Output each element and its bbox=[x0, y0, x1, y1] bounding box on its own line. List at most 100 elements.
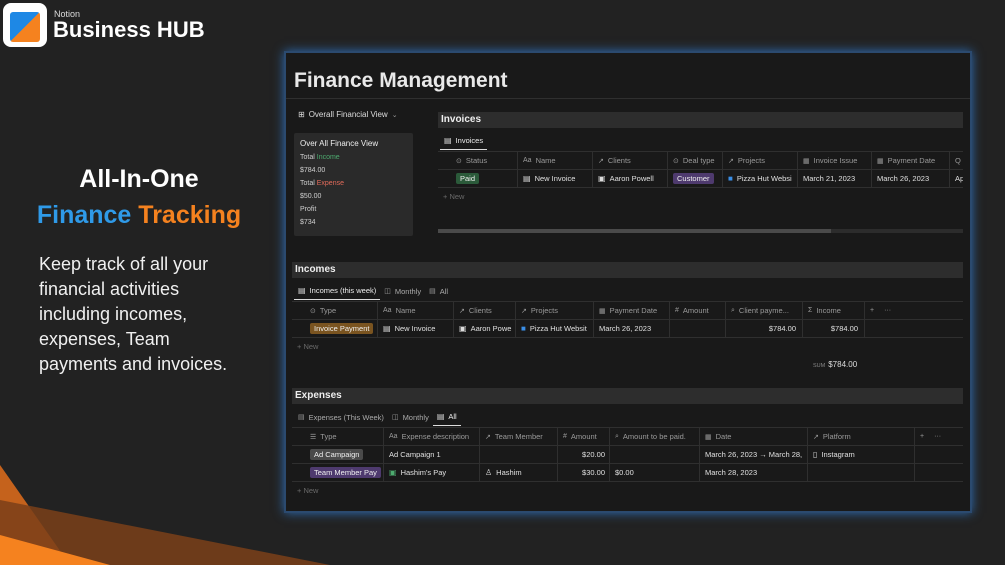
hero-description: Keep track of all your financial activit… bbox=[39, 254, 228, 374]
invoices-section-title: Invoices bbox=[438, 112, 963, 128]
col-label: Expense description bbox=[401, 432, 470, 441]
tab-incomes-week[interactable]: ▤ Incomes (this week) bbox=[294, 286, 381, 300]
col-payment-date[interactable]: ▦ Payment Date bbox=[872, 151, 950, 170]
col-label: Name bbox=[395, 306, 416, 315]
col-description[interactable]: Aa Expense description bbox=[384, 427, 480, 446]
expense-description[interactable]: Ad Campaign 1 bbox=[384, 445, 480, 464]
incomes-table: ⊙ Type Aa Name ↗ Clients ↗ Projects ▦ Payment… bbox=[292, 301, 963, 354]
tab-invoices[interactable]: ▤ Invoices bbox=[440, 136, 488, 150]
table-header-row: ⊙ Status Aa Name ↗ Clients ⊙ Deal type ↗ Proj… bbox=[438, 151, 963, 170]
calendar-icon: ▦ bbox=[705, 433, 712, 441]
expense-amount: $30.00 bbox=[558, 463, 610, 482]
income-client[interactable]: Aaron Powe bbox=[471, 324, 512, 333]
new-expense-row[interactable]: + New bbox=[292, 482, 963, 498]
more-icon[interactable]: ··· bbox=[884, 307, 891, 314]
income-name[interactable]: New Invoice bbox=[395, 324, 436, 333]
relation-arrow-icon: ↗ bbox=[728, 157, 734, 165]
table-row[interactable]: Ad Campaign Ad Campaign 1 $20.00 March 2… bbox=[292, 445, 963, 464]
overall-view-tab[interactable]: ⊞ Overall Financial View ⌄ bbox=[298, 110, 398, 119]
expense-value: $50.00 bbox=[300, 193, 322, 200]
col-name[interactable]: Aa Name bbox=[378, 301, 454, 320]
overview-card[interactable]: Over All Finance View Total Income $784.… bbox=[294, 133, 413, 236]
table-icon: ▤ bbox=[429, 288, 436, 295]
invoice-client[interactable]: Aaron Powell bbox=[610, 174, 654, 183]
col-label: Team Member bbox=[494, 432, 543, 441]
corner-decoration bbox=[0, 465, 330, 565]
income-project[interactable]: Pizza Hut Websit bbox=[530, 324, 587, 333]
col-more[interactable]: Q bbox=[950, 152, 963, 170]
col-amount[interactable]: # Amount bbox=[558, 427, 610, 446]
expense-description[interactable]: Hashim's Pay bbox=[401, 468, 447, 477]
new-income-row[interactable]: + New bbox=[292, 338, 963, 354]
total-label: Total bbox=[300, 180, 315, 187]
tab-expenses-all[interactable]: ▤ All bbox=[432, 412, 461, 426]
col-deal-label: Deal type bbox=[682, 156, 715, 165]
tab-expenses-week[interactable]: ▤ Expenses (This Week) bbox=[294, 412, 388, 426]
expense-amount: $20.00 bbox=[558, 445, 610, 464]
formula-icon: Σ bbox=[808, 307, 813, 314]
col-clients[interactable]: ↗ Clients bbox=[454, 301, 516, 320]
table-row[interactable]: Team Member Pay ▣ Hashim's Pay ♙ Hashim $3… bbox=[292, 463, 963, 482]
income-amount bbox=[670, 319, 726, 338]
tab-label: All bbox=[448, 412, 457, 421]
search-icon: ⌕ bbox=[731, 306, 735, 314]
horizontal-scrollbar[interactable] bbox=[438, 229, 963, 233]
tab-expenses-monthly[interactable]: ◫ Monthly bbox=[388, 412, 433, 426]
status-badge: Paid bbox=[456, 173, 480, 184]
tab-incomes-all[interactable]: ▤ All bbox=[425, 286, 452, 300]
type-badge: Team Member Pay bbox=[310, 467, 381, 478]
col-income[interactable]: Σ Income bbox=[803, 301, 865, 320]
select-icon: ⊙ bbox=[673, 157, 679, 165]
incomes-section-title: Incomes bbox=[292, 262, 963, 278]
col-client-payment[interactable]: ⌕ Client payme... bbox=[726, 301, 803, 320]
col-clients[interactable]: ↗ Clients bbox=[593, 151, 668, 170]
invoice-name[interactable]: New Invoice bbox=[535, 174, 576, 183]
col-team-member[interactable]: ↗ Team Member bbox=[480, 427, 558, 446]
relation-arrow-icon: ↗ bbox=[521, 307, 527, 315]
invoice-issue-date: March 21, 2023 bbox=[798, 169, 872, 188]
expenses-section-title: Expenses bbox=[292, 388, 963, 404]
table-row[interactable]: Invoice Payment ▤ New Invoice ▣ Aaron Powe… bbox=[292, 319, 963, 338]
person-icon: ♙ bbox=[485, 468, 493, 477]
new-invoice-row[interactable]: + New bbox=[438, 188, 963, 204]
incomes-views: ▤ Incomes (this week) ◫ Monthly ▤ All bbox=[294, 286, 452, 300]
add-column-icon[interactable]: + bbox=[920, 433, 924, 440]
tab-incomes-monthly[interactable]: ◫ Monthly bbox=[380, 286, 425, 300]
expense-platform[interactable]: Instagram bbox=[821, 450, 854, 459]
tab-label: Incomes (this week) bbox=[309, 286, 377, 295]
type-badge: Ad Campaign bbox=[310, 449, 364, 460]
more-icon[interactable]: ··· bbox=[934, 433, 941, 440]
sum-value: $784.00 bbox=[828, 360, 858, 369]
col-deal-type[interactable]: ⊙ Deal type bbox=[668, 151, 723, 170]
board-icon: ◫ bbox=[384, 288, 391, 295]
relation-arrow-icon: ↗ bbox=[485, 433, 491, 441]
table-row[interactable]: Paid ▤ New Invoice ▣ Aaron Powell Customer… bbox=[438, 169, 963, 188]
col-invoice-issue[interactable]: ▦ Invoice Issue bbox=[798, 151, 872, 170]
add-column-icon[interactable]: + bbox=[870, 307, 874, 314]
table-icon: ▤ bbox=[436, 412, 445, 421]
money-icon: ▣ bbox=[389, 468, 397, 477]
col-label: Payment Date bbox=[609, 306, 658, 315]
col-type[interactable]: ☰ Type bbox=[292, 427, 384, 446]
col-platform[interactable]: ↗ Platform bbox=[808, 427, 915, 446]
col-name[interactable]: Aa Name bbox=[518, 151, 593, 170]
col-payment-date[interactable]: ▦ Payment Date bbox=[594, 301, 670, 320]
expense-word: Expense bbox=[316, 180, 344, 187]
col-label: Amount bbox=[570, 432, 597, 441]
expense-to-pay bbox=[610, 445, 700, 464]
col-projects[interactable]: ↗ Projects bbox=[723, 151, 798, 170]
col-amount[interactable]: # Amount bbox=[670, 301, 726, 320]
invoice-project[interactable]: Pizza Hut Websi bbox=[737, 174, 792, 183]
brand: Notion Business HUB bbox=[3, 3, 205, 47]
col-date[interactable]: ▦ Date bbox=[700, 427, 808, 446]
col-status[interactable]: ⊙ Status bbox=[438, 151, 518, 170]
income-value: $784.00 bbox=[803, 319, 865, 338]
expense-member[interactable]: Hashim bbox=[496, 468, 521, 477]
calendar-icon: ▦ bbox=[877, 157, 884, 165]
col-name-label: Name bbox=[535, 156, 556, 165]
col-clients-label: Clients bbox=[607, 156, 631, 165]
col-projects[interactable]: ↗ Projects bbox=[516, 301, 594, 320]
col-to-pay[interactable]: ⌕ Amount to be paid. bbox=[610, 427, 700, 446]
col-type[interactable]: ⊙ Type bbox=[292, 301, 378, 320]
search-icon: ⌕ bbox=[615, 432, 619, 440]
